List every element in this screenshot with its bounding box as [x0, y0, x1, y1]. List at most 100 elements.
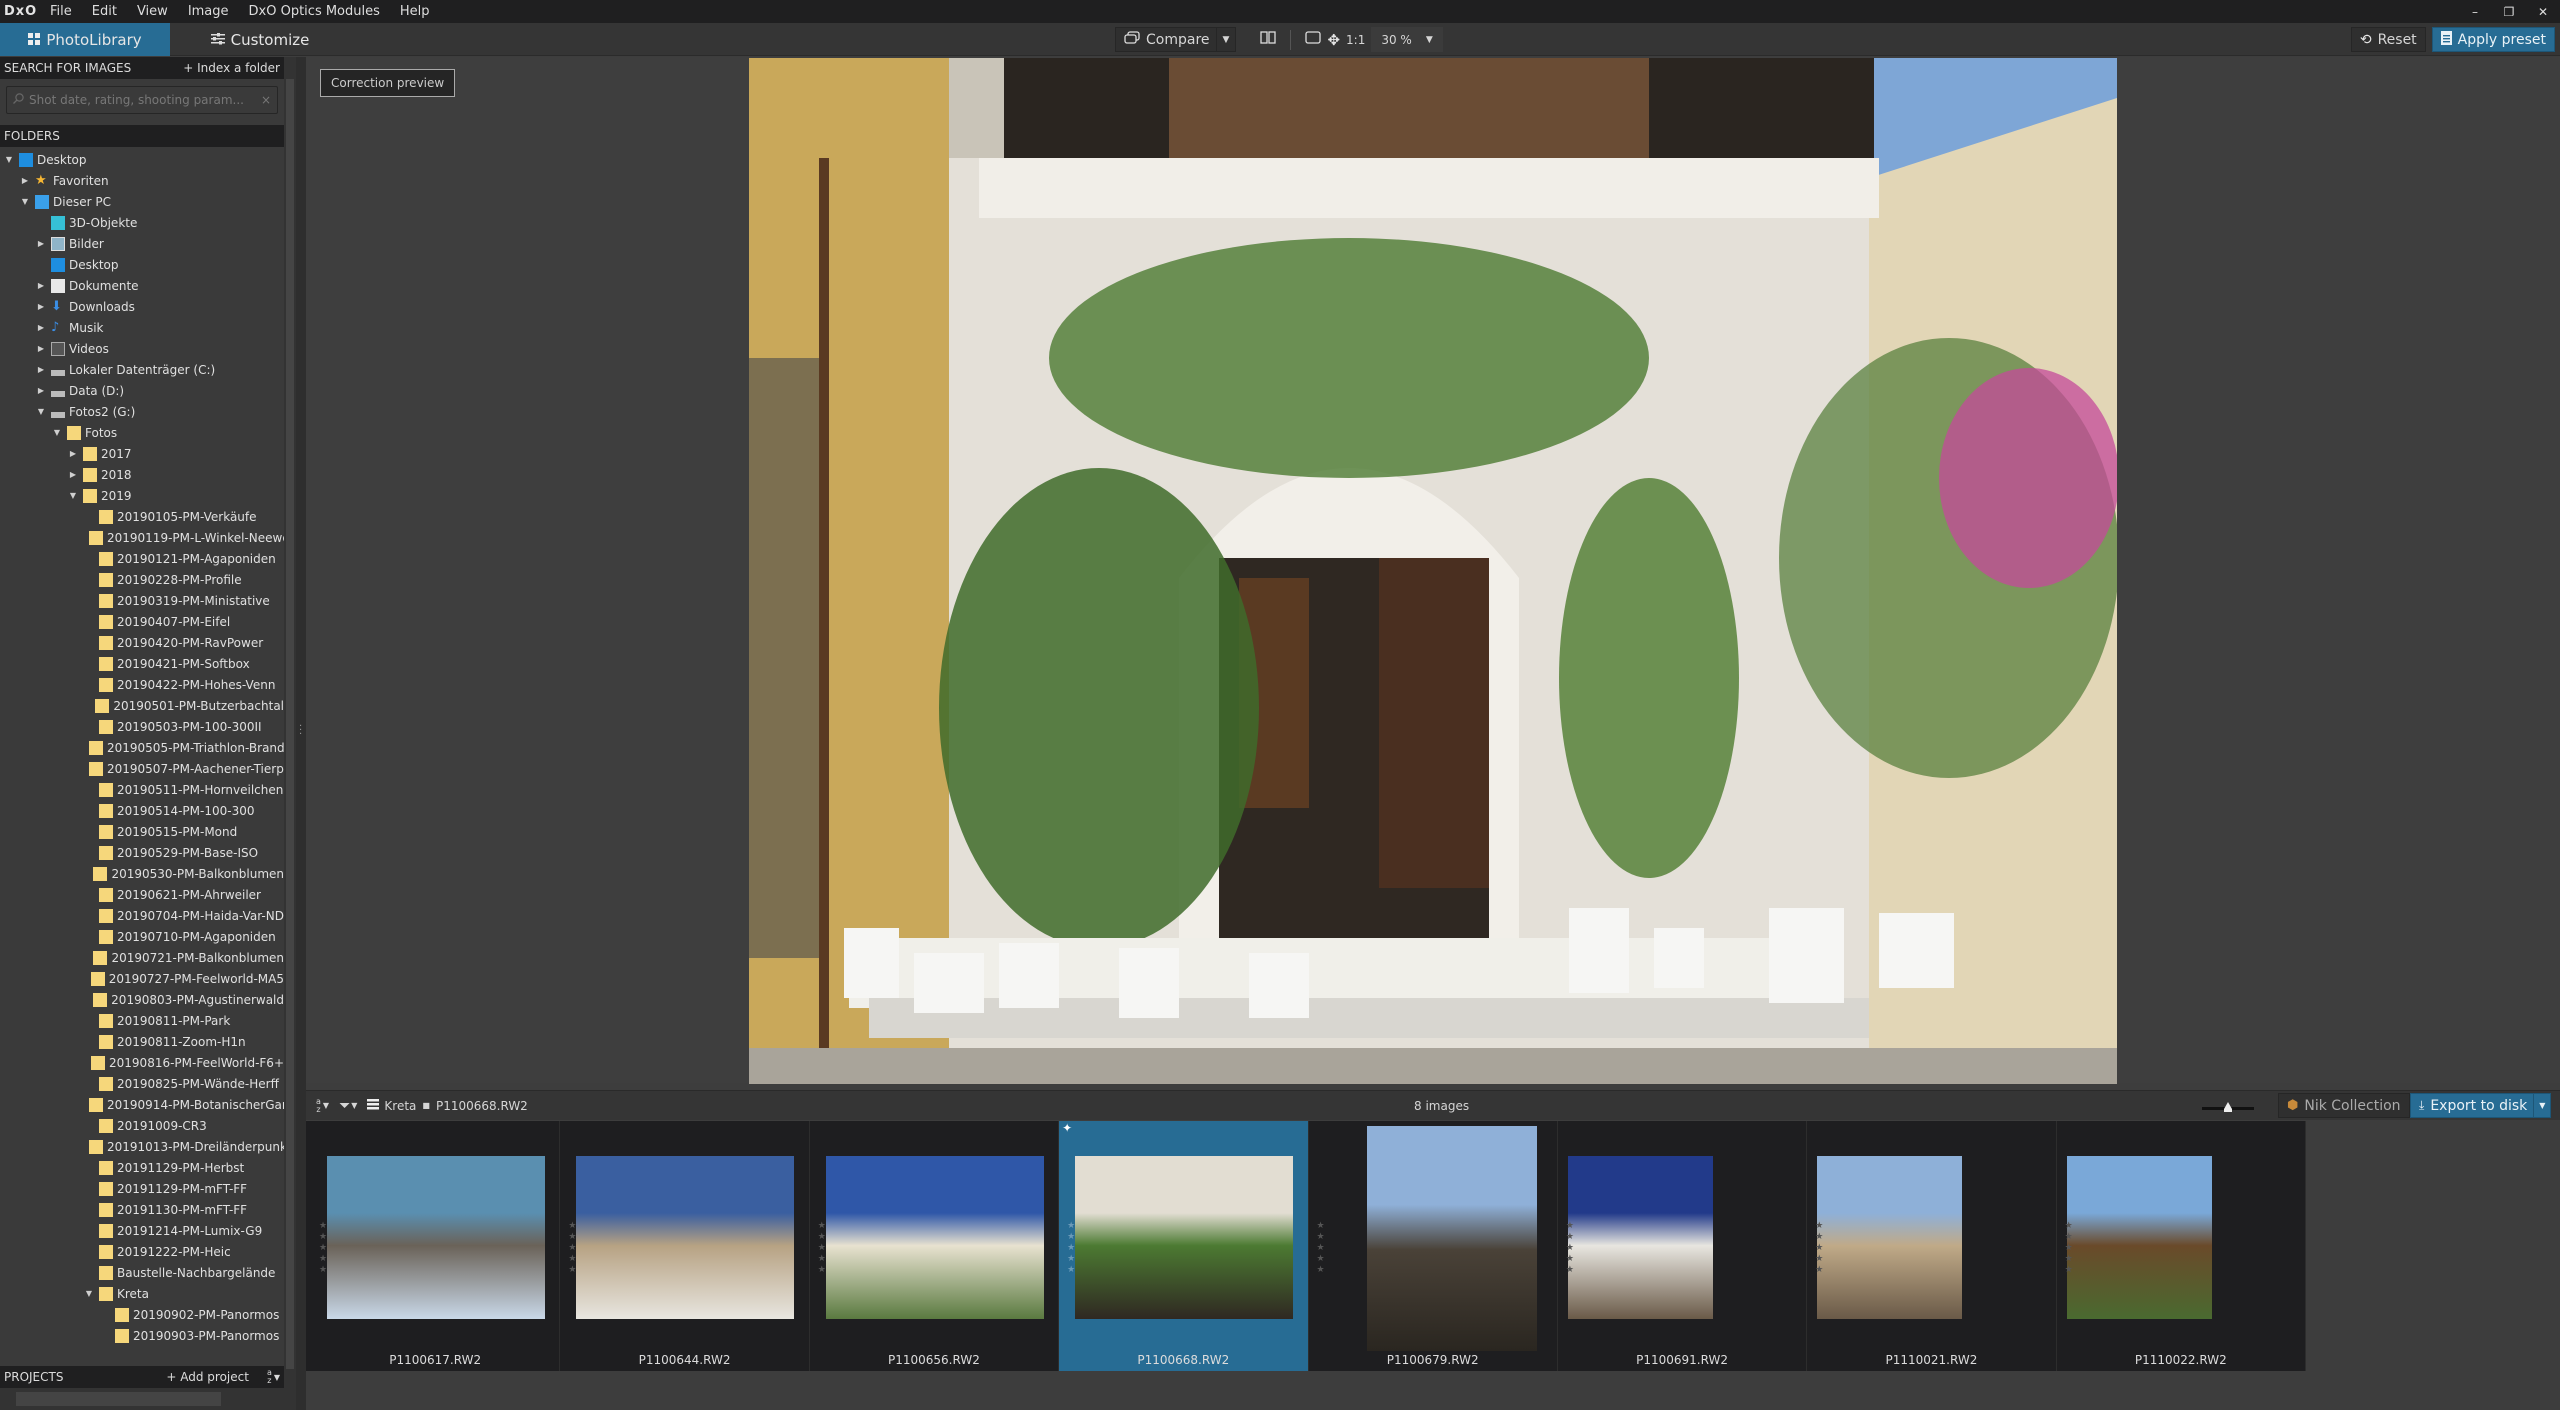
reset-button[interactable]: ⟲ Reset [2350, 27, 2426, 52]
folder-tree-item[interactable]: 20190530-PM-Balkonblumen [0, 863, 284, 884]
folder-tree-item[interactable]: 20191129-PM-mFT-FF [0, 1178, 284, 1199]
fit-to-screen-icon[interactable] [1305, 31, 1322, 48]
folder-tree-item[interactable]: 20190902-PM-Panormos [0, 1304, 284, 1325]
folder-tree-item[interactable]: ▼ Dieser PC [0, 191, 284, 212]
index-folder-button[interactable]: + Index a folder [183, 61, 280, 75]
folder-tree-item[interactable]: ▶ Videos [0, 338, 284, 359]
folder-tree-item[interactable]: 20190119-PM-L-Winkel-Neewe [0, 527, 284, 548]
filmstrip-thumbnail[interactable]: ★ ★ ★ ★ ★ P1100679.RW2 [1309, 1121, 1558, 1371]
filmstrip-thumbnail[interactable]: ★ ★ ★ ★ ★ P1100644.RW2 [560, 1121, 810, 1371]
sort-az-icon[interactable]: az [267, 1369, 272, 1385]
collapsed-arrow-icon[interactable]: ▶ [36, 323, 46, 332]
apply-preset-button[interactable]: Apply preset [2431, 27, 2555, 52]
export-dropdown[interactable]: ▼ [2533, 1094, 2550, 1117]
collapsed-arrow-icon[interactable]: ▶ [36, 239, 46, 248]
one-to-one-button[interactable]: 1:1 [1346, 33, 1365, 47]
folder-tree-item[interactable]: ▶ Dokumente [0, 275, 284, 296]
folder-tree-item[interactable]: 3D-Objekte [0, 212, 284, 233]
folder-tree-item[interactable]: ▶ 2018 [0, 464, 284, 485]
expanded-arrow-icon[interactable]: ▼ [4, 155, 14, 164]
add-project-button[interactable]: + Add project [166, 1370, 249, 1384]
chevron-down-icon[interactable]: ▼ [351, 1101, 357, 1110]
folder-tree-item[interactable]: 20190515-PM-Mond [0, 821, 284, 842]
collapsed-arrow-icon[interactable]: ▶ [36, 386, 46, 395]
folder-tree-item[interactable]: ▶ 2017 [0, 443, 284, 464]
menu-file[interactable]: File [40, 4, 82, 19]
folder-tree-item[interactable]: 20191222-PM-Heic [0, 1241, 284, 1262]
collapsed-arrow-icon[interactable]: ▶ [68, 470, 78, 479]
folder-tree-item[interactable]: 20191013-PM-Dreiländerpunkt [0, 1136, 284, 1157]
expanded-arrow-icon[interactable]: ▼ [20, 197, 30, 206]
filmstrip-thumbnail[interactable]: ★ ★ ★ ★ ★ P1100617.RW2 [311, 1121, 561, 1371]
folder-tree-item[interactable]: ▼ 2019 [0, 485, 284, 506]
export-to-disk-button[interactable]: ⤓ Export to disk ▼ [2410, 1093, 2552, 1118]
folder-tree-item[interactable]: ▶ Bilder [0, 233, 284, 254]
folder-tree-item[interactable]: ▶ Data (D:) [0, 380, 284, 401]
rating-stars[interactable]: ★ ★ ★ ★ ★ [1815, 1221, 1823, 1276]
chevron-down-icon[interactable]: ▼ [274, 1373, 280, 1382]
folder-tree-item[interactable]: 20190507-PM-Aachener-Tierpa [0, 758, 284, 779]
folder-tree-item[interactable]: 20190421-PM-Softbox [0, 653, 284, 674]
folder-tree-item[interactable]: 20190407-PM-Eifel [0, 611, 284, 632]
filmstrip-thumbnail[interactable]: ★ ★ ★ ★ ★ P1100691.RW2 [1558, 1121, 1808, 1371]
tab-photolibrary[interactable]: PhotoLibrary [0, 23, 170, 56]
folder-tree-item[interactable]: 20190803-PM-Agustinerwald [0, 989, 284, 1010]
menu-edit[interactable]: Edit [82, 4, 127, 19]
left-panel-scrollbar[interactable] [284, 57, 296, 1410]
folder-tree-item[interactable]: ▼ Desktop [0, 149, 284, 170]
rating-stars[interactable]: ★ ★ ★ ★ ★ [818, 1221, 826, 1276]
thumbnail-size-slider[interactable] [2202, 1101, 2254, 1113]
menu-view[interactable]: View [127, 4, 178, 19]
rating-stars[interactable]: ★ ★ ★ ★ ★ [2065, 1221, 2073, 1276]
folder-tree-item[interactable]: 20190503-PM-100-300II [0, 716, 284, 737]
folder-tree-item[interactable]: ▼ Kreta [0, 1283, 284, 1304]
folder-tree-item[interactable]: 20190727-PM-Feelworld-MA5 [0, 968, 284, 989]
rating-stars[interactable]: ★ ★ ★ ★ ★ [1317, 1221, 1325, 1276]
collapsed-arrow-icon[interactable]: ▶ [36, 344, 46, 353]
folder-tree-item[interactable]: 20190501-PM-Butzerbachtal [0, 695, 284, 716]
collapsed-arrow-icon[interactable]: ▶ [36, 281, 46, 290]
folder-tree-item[interactable]: Desktop [0, 254, 284, 275]
folder-tree-item[interactable]: 20190121-PM-Agaponiden [0, 548, 284, 569]
restore-button[interactable]: ❐ [2492, 5, 2526, 19]
folder-tree-item[interactable]: 20190422-PM-Hohes-Venn [0, 674, 284, 695]
folder-tree-item[interactable]: 20190228-PM-Profile [0, 569, 284, 590]
zoom-select[interactable]: 30 % ▼ [1371, 27, 1443, 52]
rating-stars[interactable]: ★ ★ ★ ★ ★ [568, 1221, 576, 1276]
expanded-arrow-icon[interactable]: ▼ [84, 1289, 94, 1298]
menu-dxo-optics-modules[interactable]: DxO Optics Modules [239, 4, 390, 19]
collapsed-arrow-icon[interactable]: ▶ [68, 449, 78, 458]
rating-stars[interactable]: ★ ★ ★ ★ ★ [1566, 1221, 1574, 1276]
clear-search-icon[interactable]: × [261, 93, 271, 107]
folder-tree-item[interactable]: 20190704-PM-Haida-Var-ND [0, 905, 284, 926]
nik-collection-button[interactable]: ⬢ Nik Collection [2278, 1093, 2410, 1118]
menu-help[interactable]: Help [390, 4, 440, 19]
folder-tree-item[interactable]: ▶ ♪ Musik [0, 317, 284, 338]
hscrollbar-thumb[interactable] [16, 1392, 221, 1406]
filmstrip-thumbnail[interactable]: ★ ★ ★ ★ ★ P1100656.RW2 [810, 1121, 1060, 1371]
tab-customize[interactable]: Customize [200, 23, 320, 56]
compare-button[interactable]: Compare ▼ [1115, 27, 1237, 52]
folder-tree-item[interactable]: ▶ ★ Favoriten [0, 170, 284, 191]
folder-tree-item[interactable]: Baustelle-Nachbargelände [0, 1262, 284, 1283]
folder-tree-item[interactable]: 20190420-PM-RavPower [0, 632, 284, 653]
folder-tree-item[interactable]: 20190529-PM-Base-ISO [0, 842, 284, 863]
expanded-arrow-icon[interactable]: ▼ [52, 428, 62, 437]
chevron-down-icon[interactable]: ▼ [323, 1101, 329, 1110]
folder-tree-item[interactable]: 20190825-PM-Wände-Herff [0, 1073, 284, 1094]
sort-az-icon[interactable]: az [316, 1097, 321, 1114]
folder-tree-item[interactable]: 20191129-PM-Herbst [0, 1157, 284, 1178]
compare-dropdown[interactable]: ▼ [1215, 28, 1236, 51]
filmstrip-thumbnail[interactable]: ★ ★ ★ ★ ★ P1110021.RW2 [1807, 1121, 2057, 1371]
close-button[interactable]: ✕ [2526, 5, 2560, 19]
menu-image[interactable]: Image [178, 4, 239, 19]
folder-tree-item[interactable]: 20190710-PM-Agaponiden [0, 926, 284, 947]
drag-handle-icon[interactable]: · · · [299, 722, 302, 740]
folder-tree-item[interactable]: 20190511-PM-Hornveilchen [0, 779, 284, 800]
folder-tree-item[interactable]: 20190811-Zoom-H1n [0, 1031, 284, 1052]
folder-tree-item[interactable]: ▼ Fotos [0, 422, 284, 443]
collapsed-arrow-icon[interactable]: ▶ [20, 176, 30, 185]
expanded-arrow-icon[interactable]: ▼ [36, 407, 46, 416]
rating-stars[interactable]: ★ ★ ★ ★ ★ [319, 1221, 327, 1276]
filmstrip-thumbnail[interactable]: ★ ★ ★ ★ ★ P1110022.RW2 [2057, 1121, 2306, 1371]
